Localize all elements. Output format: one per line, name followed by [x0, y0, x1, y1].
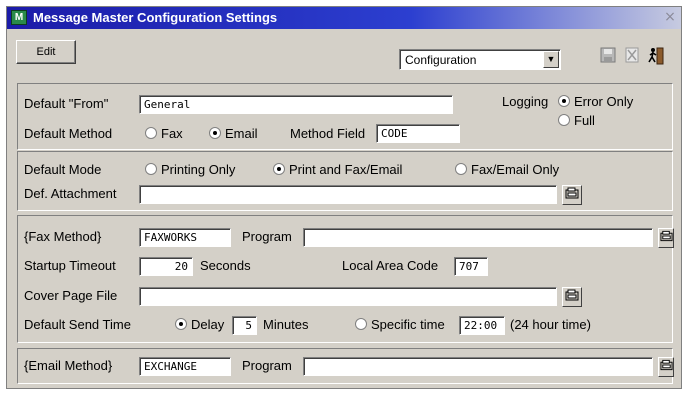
area-code-input[interactable]: 707: [454, 257, 488, 276]
email-program-label: Program: [242, 358, 292, 373]
logging-error-only-radio[interactable]: [558, 95, 570, 107]
title-bar[interactable]: M Message Master Configuration Settings …: [7, 7, 681, 29]
mode-fax-email-only-radio[interactable]: [455, 163, 467, 175]
logging-label: Logging: [502, 94, 549, 109]
cover-page-input[interactable]: [139, 287, 557, 306]
app-icon: M: [11, 10, 27, 25]
default-from-input[interactable]: General: [139, 95, 453, 114]
method-email-label: Email: [225, 126, 258, 141]
email-method-label: {Email Method}: [24, 358, 113, 373]
fax-program-browse-icon[interactable]: [658, 228, 674, 248]
toolbar: Edit Configuration ▼: [7, 29, 681, 70]
fax-method-label: {Fax Method}: [24, 229, 102, 244]
email-method-input[interactable]: EXCHANGE: [139, 357, 231, 376]
edit-button[interactable]: Edit: [16, 40, 76, 64]
send-delay-label: Delay: [191, 317, 225, 332]
logging-error-only-label: Error Only: [574, 94, 634, 109]
window-title: Message Master Configuration Settings: [33, 10, 278, 25]
view-select[interactable]: Configuration ▼: [399, 49, 561, 70]
method-field-label: Method Field: [290, 126, 366, 141]
mode-panel: Default Mode Printing Only Print and Fax…: [17, 151, 673, 211]
attachment-input[interactable]: [139, 185, 557, 204]
default-from-label: Default "From": [24, 96, 109, 111]
send-delay-radio[interactable]: [175, 318, 187, 330]
area-code-label: Local Area Code: [342, 258, 439, 273]
startup-timeout-label: Startup Timeout: [24, 258, 116, 273]
delete-icon[interactable]: [621, 47, 643, 69]
mode-print-and-fax-label: Print and Fax/Email: [289, 162, 403, 177]
logging-full-radio[interactable]: [558, 114, 570, 126]
send-time-label: Default Send Time: [24, 317, 131, 332]
startup-timeout-unit: Seconds: [200, 258, 251, 273]
mode-print-and-fax-radio[interactable]: [273, 163, 285, 175]
mode-fax-email-only-label: Fax/Email Only: [471, 162, 560, 177]
default-mode-label: Default Mode: [24, 162, 102, 177]
exit-icon[interactable]: [645, 47, 667, 69]
configuration-window: M Message Master Configuration Settings …: [6, 6, 682, 389]
fax-panel: {Fax Method} FAXWORKS Program Startup Ti…: [17, 215, 674, 343]
startup-timeout-input[interactable]: 20: [139, 257, 193, 276]
send-specific-time-label: Specific time: [371, 317, 445, 332]
email-panel: {Email Method} EXCHANGE Program: [17, 348, 674, 384]
method-fax-radio[interactable]: [145, 127, 157, 139]
method-email-radio[interactable]: [209, 127, 221, 139]
method-fax-label: Fax: [161, 126, 183, 141]
cover-page-label: Cover Page File: [24, 288, 118, 303]
cover-page-browse-icon[interactable]: [562, 287, 582, 307]
fax-program-input[interactable]: [303, 228, 653, 247]
email-program-browse-icon[interactable]: [658, 357, 674, 377]
default-method-label: Default Method: [24, 126, 113, 141]
fax-program-label: Program: [242, 229, 292, 244]
email-program-input[interactable]: [303, 357, 653, 376]
specific-time-input[interactable]: 22:00: [459, 316, 505, 335]
delay-minutes-input[interactable]: 5: [232, 316, 257, 335]
mode-printing-only-radio[interactable]: [145, 163, 157, 175]
delay-unit: Minutes: [263, 317, 309, 332]
general-panel: Default "From" General Logging Error Onl…: [17, 83, 673, 150]
specific-time-note: (24 hour time): [510, 317, 591, 332]
attachment-browse-icon[interactable]: [562, 185, 582, 205]
edit-button-label: Edit: [36, 46, 56, 58]
close-icon[interactable]: ×: [663, 10, 677, 24]
method-field-input[interactable]: CODE: [376, 124, 460, 143]
save-icon[interactable]: [597, 47, 619, 69]
view-select-value: Configuration: [405, 53, 477, 67]
logging-full-label: Full: [574, 113, 595, 128]
attachment-label: Def. Attachment: [24, 186, 117, 201]
send-specific-time-radio[interactable]: [355, 318, 367, 330]
chevron-down-icon[interactable]: ▼: [543, 51, 559, 68]
mode-printing-only-label: Printing Only: [161, 162, 236, 177]
fax-method-input[interactable]: FAXWORKS: [139, 228, 231, 247]
